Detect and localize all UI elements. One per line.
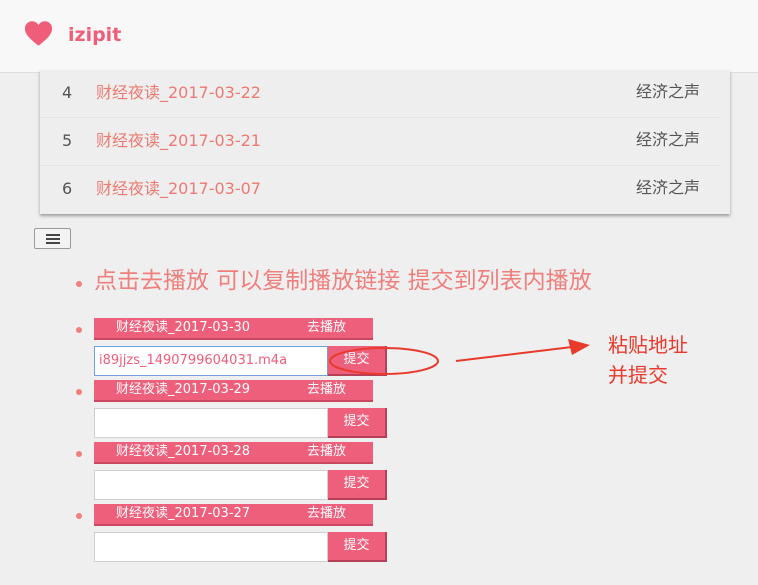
arrow-head-icon <box>568 339 590 355</box>
annotation-text: 并提交 <box>608 363 668 387</box>
annotation-overlay <box>329 339 590 375</box>
highlight-ellipse <box>329 347 439 375</box>
arrow-line <box>455 346 573 362</box>
annotation-text: 粘贴地址 <box>608 333 688 357</box>
